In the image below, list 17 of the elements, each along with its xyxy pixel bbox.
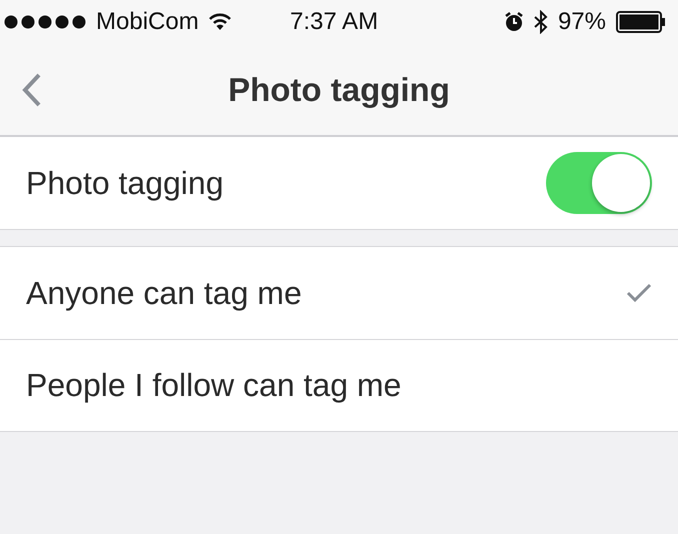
option-row[interactable]: People I follow can tag me xyxy=(0,339,678,431)
carrier-name: MobiCom xyxy=(96,8,199,36)
status-time: 7:37 AM xyxy=(290,8,378,36)
option-label: People I follow can tag me xyxy=(26,367,402,404)
checkmark-icon xyxy=(626,283,652,303)
chevron-left-icon xyxy=(22,72,42,106)
battery-icon xyxy=(616,11,666,33)
screen-title: Photo tagging xyxy=(228,70,450,108)
option-label: Anyone can tag me xyxy=(26,274,302,312)
battery-percent: 97% xyxy=(558,8,606,36)
toggle-switch[interactable] xyxy=(546,152,652,214)
bluetooth-icon xyxy=(534,10,548,34)
wifi-icon xyxy=(208,13,231,31)
signal-icon xyxy=(4,15,86,29)
row-label: Photo tagging xyxy=(26,164,224,202)
option-row[interactable]: Anyone can tag me xyxy=(0,247,678,339)
alarm-clock-icon xyxy=(504,12,524,32)
